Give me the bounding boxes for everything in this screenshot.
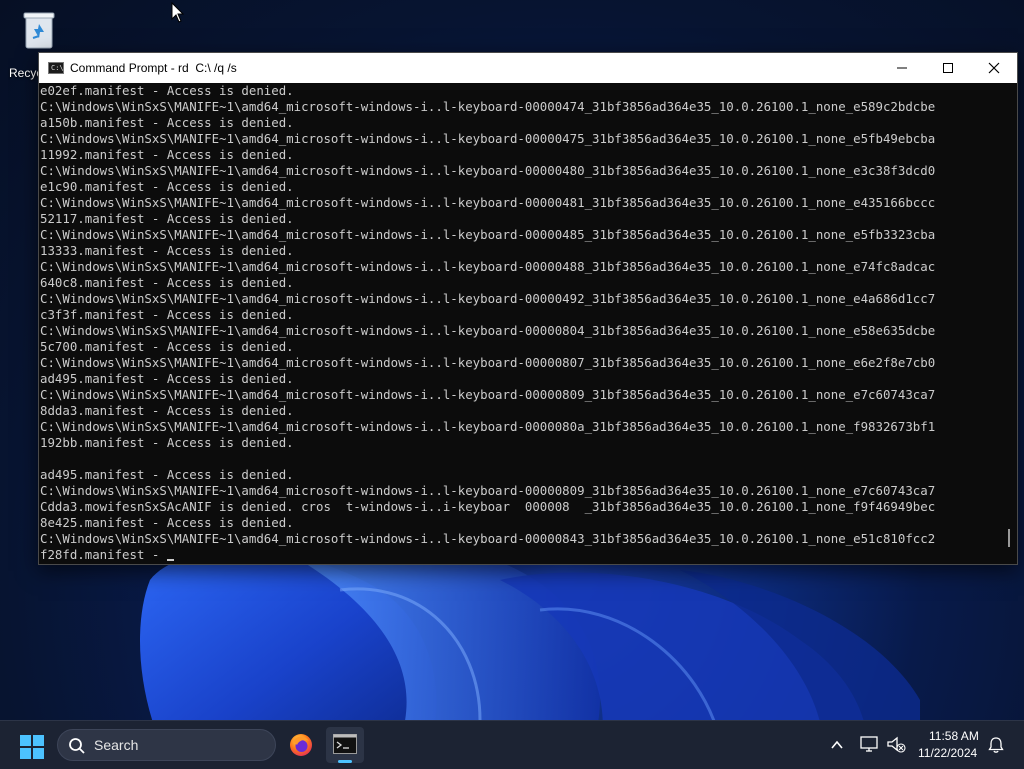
console-line: c3f3f.manifest - Access is denied. (40, 307, 294, 322)
notification-bell-icon[interactable] (988, 736, 1004, 754)
window-title: Command Prompt - rd C:\ /q /s (70, 61, 237, 75)
clock-time[interactable]: 11:58 AM (929, 729, 979, 743)
command-prompt-icon: C:\ (48, 62, 64, 74)
console-line: C:\Windows\WinSxS\MANIFE~1\amd64_microso… (40, 259, 936, 274)
console-line: C:\Windows\WinSxS\MANIFE~1\amd64_microso… (40, 291, 936, 306)
console-line: C:\Windows\WinSxS\MANIFE~1\amd64_microso… (40, 163, 936, 178)
console-line: 5c700.manifest - Access is denied. (40, 339, 294, 354)
console-line: C:\Windows\WinSxS\MANIFE~1\amd64_microso… (40, 483, 936, 498)
scrollbar-thumb[interactable] (1008, 529, 1010, 547)
text-cursor (166, 559, 174, 561)
console-line: C:\Windows\WinSxS\MANIFE~1\amd64_microso… (40, 355, 936, 370)
console-line: e02ef.manifest - Access is denied. (40, 83, 294, 98)
firefox-icon (290, 734, 312, 756)
console-line: 640c8.manifest - Access is denied. (40, 275, 294, 290)
show-hidden-icons-chevron-up-icon[interactable] (830, 738, 844, 752)
console-line: f28fd.manifest - (40, 547, 1000, 561)
taskbar: Search 11:58 AM 11/22/2024 (0, 720, 1024, 769)
console-line: Cdda3.mowifesnSxSAcANIF is denied. cros … (40, 499, 936, 514)
network-icon[interactable] (860, 736, 878, 752)
console-line: 13333.manifest - Access is denied. (40, 243, 294, 258)
command-prompt-icon (333, 734, 357, 754)
console-line: 8dda3.manifest - Access is denied. (40, 403, 294, 418)
minimize-icon (897, 67, 907, 69)
console-line: C:\Windows\WinSxS\MANIFE~1\amd64_microso… (40, 195, 936, 210)
recycle-bin-icon (22, 10, 56, 50)
search-icon (69, 738, 85, 754)
console-line: ad495.manifest - Access is denied. (40, 371, 294, 386)
close-button[interactable] (971, 53, 1017, 83)
console-line: C:\Windows\WinSxS\MANIFE~1\amd64_microso… (40, 531, 936, 546)
console-line: a150b.manifest - Access is denied. (40, 115, 294, 130)
title-bar[interactable]: C:\ Command Prompt - rd C:\ /q /s (39, 53, 1017, 83)
console-line: C:\Windows\WinSxS\MANIFE~1\amd64_microso… (40, 419, 936, 434)
active-app-indicator (338, 760, 352, 763)
console-line: C:\Windows\WinSxS\MANIFE~1\amd64_microso… (40, 99, 936, 114)
console-line: 52117.manifest - Access is denied. (40, 211, 294, 226)
console-line: 192bb.manifest - Access is denied. (40, 435, 294, 450)
close-icon (988, 62, 1000, 74)
console-line: ad495.manifest - Access is denied. (40, 467, 294, 482)
search-box[interactable]: Search (57, 729, 276, 761)
taskbar-command-prompt[interactable] (326, 727, 364, 763)
command-prompt-window[interactable]: C:\ Command Prompt - rd C:\ /q /s e02ef.… (38, 52, 1018, 565)
minimize-button[interactable] (879, 53, 925, 83)
console-line: 11992.manifest - Access is denied. (40, 147, 294, 162)
maximize-icon (943, 63, 953, 73)
volume-muted-icon[interactable] (886, 736, 906, 754)
console-line: 8e425.manifest - Access is denied. (40, 515, 294, 530)
taskbar-firefox[interactable] (282, 727, 320, 763)
maximize-button[interactable] (925, 53, 971, 83)
console-line: C:\Windows\WinSxS\MANIFE~1\amd64_microso… (40, 131, 936, 146)
console-line: e1c90.manifest - Access is denied. (40, 179, 294, 194)
clock-date[interactable]: 11/22/2024 (918, 746, 977, 760)
console-line: C:\Windows\WinSxS\MANIFE~1\amd64_microso… (40, 323, 936, 338)
search-label: Search (94, 737, 139, 753)
console-line: C:\Windows\WinSxS\MANIFE~1\amd64_microso… (40, 387, 936, 402)
start-button[interactable] (20, 735, 44, 759)
console-line: C:\Windows\WinSxS\MANIFE~1\amd64_microso… (40, 227, 936, 242)
console-output[interactable]: e02ef.manifest - Access is denied. C:\Win… (40, 83, 1000, 561)
mouse-cursor-icon (171, 2, 185, 23)
